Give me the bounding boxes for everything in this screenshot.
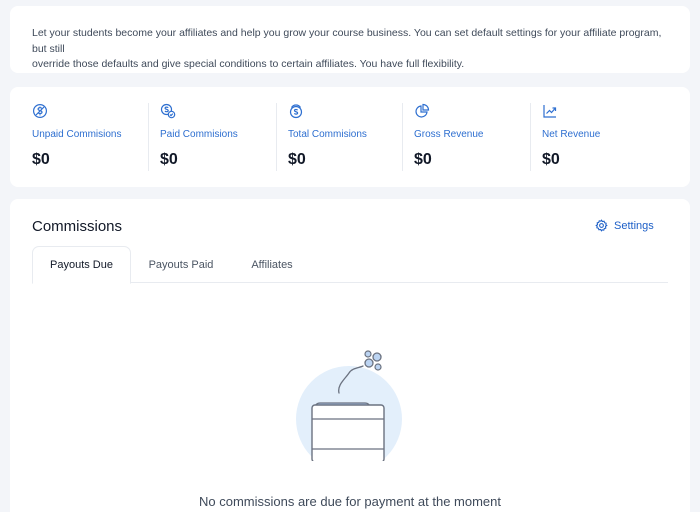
dollar-slash-icon xyxy=(32,103,48,119)
intro-text-line-2: override those defaults and give special… xyxy=(32,58,465,70)
stat-unpaid-commissions: Unpaid Commisions $0 xyxy=(10,87,148,187)
tabs: Payouts Due Payouts Paid Affiliates xyxy=(32,246,668,284)
tab-affiliates[interactable]: Affiliates xyxy=(231,246,313,283)
empty-state-message: No commissions are due for payment at th… xyxy=(198,494,502,509)
trend-up-icon xyxy=(543,105,557,118)
intro-card: Let your students become your affiliates… xyxy=(10,6,690,73)
stat-value: $0 xyxy=(32,151,50,168)
stat-value: $0 xyxy=(160,151,178,168)
stat-total-commissions: Total Commisions $0 xyxy=(276,87,402,187)
coins-stack-icon xyxy=(289,104,303,119)
commissions-card: Commissions Settings Payouts Due Payouts… xyxy=(10,199,690,512)
settings-label: Settings xyxy=(614,219,654,232)
stat-gross-revenue: Gross Revenue $0 xyxy=(402,87,530,187)
tab-payouts-due[interactable]: Payouts Due xyxy=(32,246,131,284)
stats-card: Unpaid Commisions $0 Paid Commisions $0 … xyxy=(10,87,690,187)
intro-text-line-1: Let your students become your affiliates… xyxy=(32,27,662,55)
gear-icon xyxy=(595,219,608,232)
stat-value: $0 xyxy=(542,151,560,168)
stat-net-revenue: Net Revenue $0 xyxy=(530,87,690,187)
stat-label: Unpaid Commisions xyxy=(32,129,122,140)
stat-label: Net Revenue xyxy=(542,129,601,140)
empty-wallet-illustration xyxy=(296,350,402,461)
settings-button[interactable]: Settings xyxy=(595,219,654,232)
stat-label: Gross Revenue xyxy=(414,129,484,140)
tab-payouts-paid[interactable]: Payouts Paid xyxy=(131,246,231,283)
stat-label: Total Commisions xyxy=(288,129,367,140)
page-title: Commissions xyxy=(32,218,123,235)
stat-value: $0 xyxy=(288,151,306,168)
stat-paid-commissions: Paid Commisions $0 xyxy=(148,87,276,187)
dollar-check-icon xyxy=(160,103,176,119)
pie-chart-icon xyxy=(415,103,430,118)
stat-value: $0 xyxy=(414,151,432,168)
stat-label: Paid Commisions xyxy=(160,129,238,140)
